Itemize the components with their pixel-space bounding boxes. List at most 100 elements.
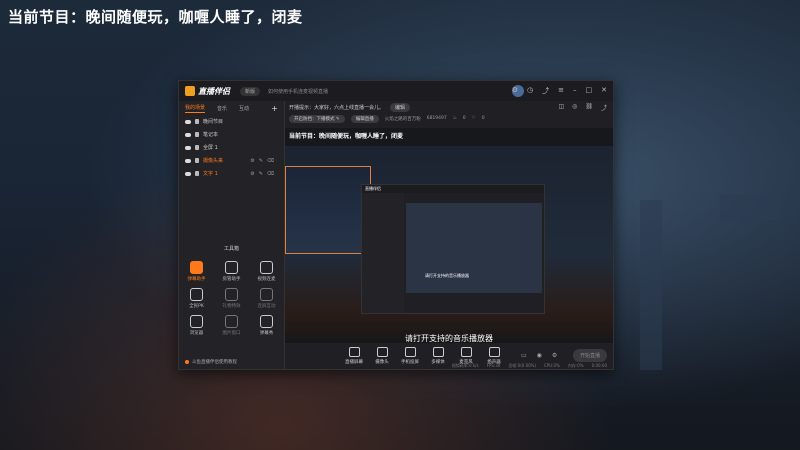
source-label: 晚间节目 (203, 119, 224, 125)
tool-label: 视频连麦 (257, 277, 276, 282)
top-right-icons: ◫ ◎ ⛓ ⤴ (558, 103, 607, 112)
tool-label: 全民PK (189, 304, 204, 309)
source-label: 摄像头来 (203, 158, 224, 164)
mic-icon (460, 347, 472, 357)
image-icon (225, 315, 238, 328)
tool-label: 浏览器 (189, 331, 204, 336)
fans-icon: ♨ (452, 116, 457, 121)
toolbox-title: 工具箱 (223, 246, 239, 252)
record-icon[interactable]: ◎ (572, 103, 577, 112)
tool-gift-effect[interactable]: 礼物特效 (214, 288, 249, 309)
eye-icon[interactable] (185, 132, 191, 137)
eye-icon[interactable] (185, 171, 191, 176)
edit-button[interactable]: 编辑 (390, 102, 411, 112)
minimize-icon[interactable]: – (573, 86, 577, 96)
tool-danmaku-show[interactable]: 弹幕秀 (249, 315, 284, 336)
background-pillar (640, 200, 662, 370)
tutorial-link[interactable]: 斗鱼直播伴侣使用教程 (185, 359, 237, 365)
tool-label: 连屏互动 (257, 304, 276, 309)
room-info: 火焰之路的百万粉 (384, 116, 421, 122)
camera-icon (376, 347, 388, 357)
menu-icon[interactable]: ≡ (558, 86, 564, 96)
lock-icon[interactable] (195, 158, 199, 163)
likes-count: 0 (481, 116, 485, 121)
eye-icon[interactable] (185, 158, 191, 163)
left-panel: 我的场景 音乐 互动 + 晚间节目 笔记本 全屏 1 摄像头来 ⚙✎⌫ 文字 1… (179, 101, 285, 369)
room-info-bar: 开启防挡：下播模式 ✎ 编辑直播 火焰之路的百万粉 6819497 ♨ 0 ♡ 0 (285, 113, 613, 124)
close-icon[interactable]: ✕ (601, 86, 607, 96)
lock-icon[interactable] (195, 171, 199, 176)
phone-icon (404, 347, 416, 357)
eye-icon[interactable]: ◉ (537, 352, 542, 359)
nested-window-capture: 直播伴侣 请打开支持的音乐播放器 (361, 184, 545, 314)
settings-icon[interactable]: ⚙ (512, 86, 518, 96)
notice-icon[interactable]: ◷ (527, 86, 533, 96)
preview-scene: 直播伴侣 请打开支持的音乐播放器 (285, 146, 613, 343)
record-video-icon[interactable]: ▭ (521, 352, 527, 359)
app-logo: 直播伴侣 (185, 86, 230, 97)
logo-icon (185, 86, 195, 96)
nested-caption: 请打开支持的音乐播放器 (425, 273, 469, 278)
link-icon[interactable]: ⛓ (585, 103, 593, 112)
guide-link[interactable]: 如何使用手机连麦视频直播 (268, 88, 328, 95)
source-ops-icon[interactable]: ⚙✎⌫ (250, 171, 278, 177)
tab-scenes[interactable]: 我的场景 (185, 104, 206, 113)
tool-label: 房管助手 (222, 277, 241, 282)
tool-label: 弹幕秀 (259, 331, 274, 336)
like-icon: ♡ (471, 116, 476, 121)
fans-count: 0 (462, 116, 466, 121)
status-bitrate: 视频码率:0 k/s (451, 363, 479, 368)
source-item[interactable]: 笔记本 (179, 128, 284, 141)
settings-icon[interactable]: ⚙ (552, 352, 557, 359)
tab-music[interactable]: 音乐 (217, 105, 227, 112)
background-table (720, 195, 780, 220)
source-label: 文字 1 (203, 171, 218, 177)
page-title: 当前节目：晚间随便玩，咖喱人睡了，闭麦 (8, 8, 303, 26)
tool-danmaku[interactable]: 弹幕助手 (179, 261, 214, 282)
toolbox-grid: 弹幕助手 房管助手 视频连麦 全民PK 礼物特效 连屏互动 浏览器 图片窗口 弹… (179, 261, 284, 336)
tool-image-window[interactable]: 图片窗口 (214, 315, 249, 336)
nested-left-panel (362, 193, 404, 313)
tool-pk[interactable]: 全民PK (179, 288, 214, 309)
status-memory: 内存:0% (567, 363, 584, 368)
status-fps: FPS:30 (486, 363, 501, 368)
tool-browser[interactable]: 浏览器 (179, 315, 214, 336)
extra-controls: ▭ ◉ ⚙ (521, 352, 557, 359)
category-chip[interactable]: 编辑直播 (350, 114, 379, 123)
source-item[interactable]: 摄像头来 ⚙✎⌫ (179, 154, 284, 167)
status-dropped: 丢帧:0(0.00%) (508, 363, 537, 368)
admin-icon (225, 261, 238, 274)
source-ops-icon[interactable]: ⚙✎⌫ (250, 158, 278, 164)
selected-source-box[interactable] (285, 166, 371, 254)
lock-icon[interactable] (195, 145, 199, 150)
source-item[interactable]: 文字 1 ⚙✎⌫ (179, 167, 284, 180)
version-badge[interactable]: 新版 (240, 86, 261, 96)
add-source-button[interactable]: + (271, 104, 278, 113)
eye-icon[interactable] (185, 145, 191, 150)
logo-text: 直播伴侣 (198, 86, 230, 96)
source-label: 全屏 1 (203, 145, 218, 151)
lock-icon[interactable] (195, 119, 199, 124)
share-icon[interactable]: ⤴ (601, 103, 607, 112)
tool-label: 图片窗口 (222, 331, 241, 336)
start-live-button[interactable]: 开始直播 (572, 349, 607, 362)
info-icon (185, 360, 189, 364)
window-controls: ⚙ ◷ ⤴ ≡ – □ ✕ (512, 86, 607, 96)
tool-screen-interact[interactable]: 连屏互动 (249, 288, 284, 309)
tab-interact[interactable]: 互动 (239, 105, 249, 112)
mode-chip[interactable]: 开启防挡：下播模式 ✎ (289, 114, 345, 123)
tool-video-link[interactable]: 视频连麦 (249, 261, 284, 282)
status-cpu: CPU:0% (544, 363, 560, 368)
source-item[interactable]: 晚间节目 (179, 115, 284, 128)
gift-icon[interactable]: ◫ (558, 103, 564, 112)
tool-room-admin[interactable]: 房管助手 (214, 261, 249, 282)
lock-icon[interactable] (195, 132, 199, 137)
danmaku-icon (190, 261, 203, 274)
status-bar: 视频码率:0 k/s FPS:30 丢帧:0(0.00%) CPU:0% 内存:… (285, 363, 613, 369)
preview-canvas[interactable]: 当前节目：晚间随便玩，咖喱人睡了，闭麦 直播伴侣 请打开支持的音乐播放器 请打开… (285, 128, 613, 343)
announcement-text: 开播提示：大家好，六点上线直播一会儿。 (289, 104, 385, 111)
source-item[interactable]: 全屏 1 (179, 141, 284, 154)
share-icon[interactable]: ⤴ (542, 86, 549, 96)
eye-icon[interactable] (185, 119, 191, 124)
maximize-icon[interactable]: □ (586, 86, 593, 96)
